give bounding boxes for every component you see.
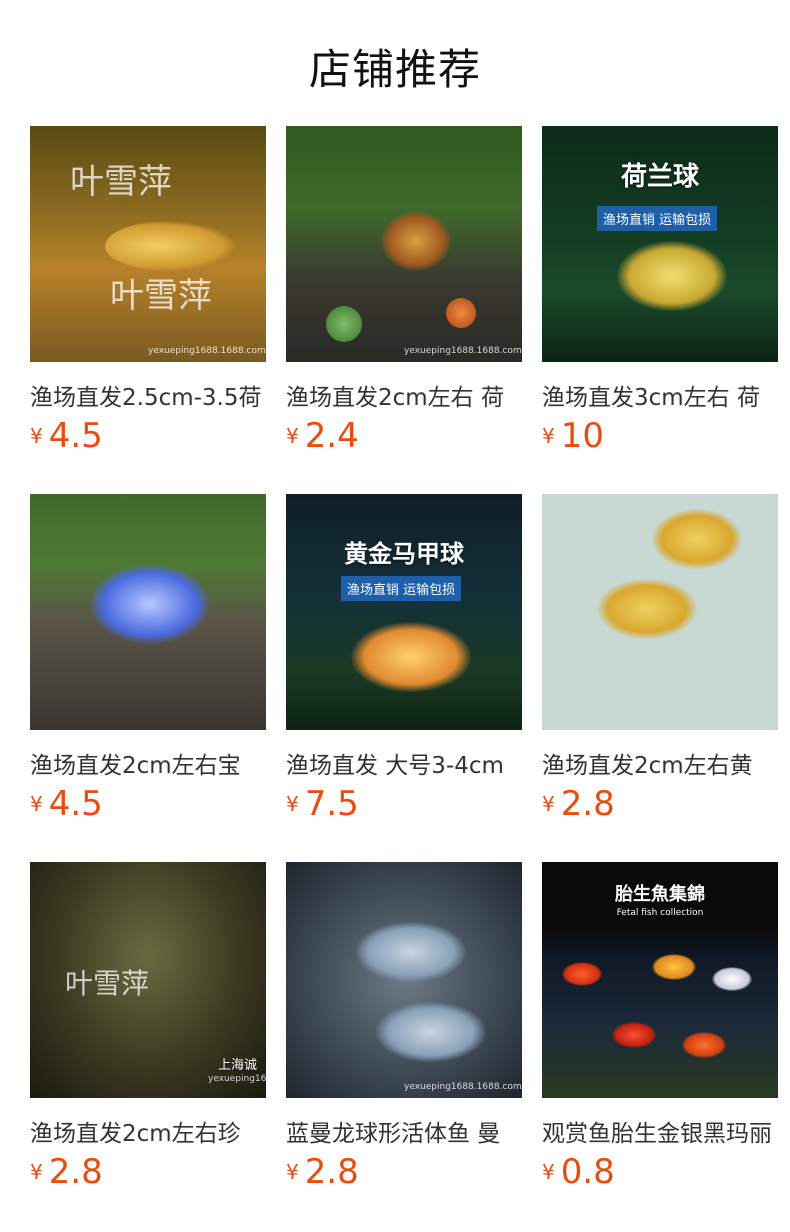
product-grid: 叶雪萍 叶雪萍 yexueping1688.1688.com 渔场直发2.5cm…: [30, 126, 780, 1230]
product-image[interactable]: 叶雪萍 上海诚 yexueping16: [30, 862, 266, 1098]
product-row: 叶雪萍 上海诚 yexueping16 渔场直发2cm左右珍 ¥2.8 yexu…: [30, 862, 780, 1230]
product-image[interactable]: 荷兰球 渔场直销 运输包损: [542, 126, 778, 362]
page-title: 店铺推荐: [308, 45, 481, 94]
product-image[interactable]: [30, 494, 266, 730]
product-row: 渔场直发2cm左右宝 ¥4.5 黄金马甲球 渔场直销 运输包损 渔场直发 大号3…: [30, 494, 780, 862]
product-price: ¥2.4: [286, 416, 359, 456]
price-value: 0.8: [560, 1152, 615, 1192]
product-name[interactable]: 渔场直发2cm左右黄: [542, 746, 778, 780]
fish-shape: [356, 922, 466, 982]
fish-shape: [652, 954, 696, 980]
fish-shape: [597, 579, 697, 639]
fish-shape: [351, 622, 471, 692]
product-row: 叶雪萍 叶雪萍 yexueping1688.1688.com 渔场直发2.5cm…: [30, 126, 780, 494]
product-price: ¥7.5: [286, 784, 359, 824]
stone-shape: [446, 298, 476, 328]
product-name[interactable]: 观赏鱼胎生金银黑玛丽: [542, 1114, 778, 1148]
url-watermark: yexueping1688.1688.com: [148, 346, 266, 356]
product-card[interactable]: 渔场直发2cm左右宝 ¥4.5: [30, 494, 266, 862]
currency-symbol: ¥: [30, 792, 43, 816]
overlay-title: 荷兰球: [620, 162, 699, 192]
fish-shape: [712, 967, 752, 991]
currency-symbol: ¥: [542, 792, 555, 816]
product-price: ¥10: [542, 416, 604, 456]
product-card[interactable]: 胎生魚集錦 Fetal fish collection 观赏鱼胎生金银黑玛丽 ¥…: [542, 862, 778, 1230]
price-value: 7.5: [304, 784, 359, 824]
price-value: 4.5: [48, 416, 103, 456]
product-name[interactable]: 渔场直发3cm左右 荷: [542, 378, 778, 412]
product-name[interactable]: 渔场直发2.5cm-3.5荷: [30, 378, 266, 412]
moss-ball: [326, 306, 362, 342]
product-card[interactable]: yexueping1688.1688.com 渔场直发2cm左右 荷 ¥2.4: [286, 126, 522, 494]
fish-shape: [612, 1022, 656, 1048]
fish-shape: [105, 221, 235, 271]
product-name[interactable]: 渔场直发2cm左右 荷: [286, 378, 522, 412]
promo-banner: 渔场直销 运输包损: [597, 206, 718, 231]
currency-symbol: ¥: [286, 424, 299, 448]
product-card[interactable]: 黄金马甲球 渔场直销 运输包损 渔场直发 大号3-4cm ¥7.5: [286, 494, 522, 862]
product-image[interactable]: yexueping1688.1688.com: [286, 862, 522, 1098]
currency-symbol: ¥: [542, 424, 555, 448]
price-value: 10: [560, 416, 604, 456]
product-card[interactable]: 叶雪萍 上海诚 yexueping16 渔场直发2cm左右珍 ¥2.8: [30, 862, 266, 1230]
product-image[interactable]: yexueping1688.1688.com: [286, 126, 522, 362]
product-card[interactable]: 叶雪萍 叶雪萍 yexueping1688.1688.com 渔场直发2.5cm…: [30, 126, 266, 494]
product-image[interactable]: 黄金马甲球 渔场直销 运输包损: [286, 494, 522, 730]
fish-shape: [617, 241, 727, 311]
currency-symbol: ¥: [542, 1160, 555, 1184]
fish-shape: [562, 962, 602, 986]
fish-shape: [381, 211, 451, 271]
product-price: ¥2.8: [542, 784, 615, 824]
product-name[interactable]: 渔场直发2cm左右宝: [30, 746, 266, 780]
shop-recommend-page: 店铺推荐 叶雪萍 叶雪萍 yexueping1688.1688.com 渔场直发…: [0, 0, 790, 1232]
currency-symbol: ¥: [286, 1160, 299, 1184]
currency-symbol: ¥: [286, 792, 299, 816]
watermark: 叶雪萍: [65, 967, 150, 1000]
overlay-title: 胎生魚集錦: [615, 884, 705, 905]
fish-shape: [682, 1032, 726, 1058]
product-price: ¥4.5: [30, 784, 103, 824]
overlay-subtitle: Fetal fish collection: [616, 908, 704, 918]
product-image[interactable]: 叶雪萍 叶雪萍 yexueping1688.1688.com: [30, 126, 266, 362]
currency-symbol: ¥: [30, 1160, 43, 1184]
product-price: ¥2.8: [30, 1152, 103, 1192]
url-watermark: yexueping16: [208, 1074, 266, 1084]
product-card[interactable]: 荷兰球 渔场直销 运输包损 渔场直发3cm左右 荷 ¥10: [542, 126, 778, 494]
overlay-title: 黄金马甲球: [344, 540, 464, 568]
product-image[interactable]: 胎生魚集錦 Fetal fish collection: [542, 862, 778, 1098]
price-value: 2.4: [304, 416, 359, 456]
price-value: 2.8: [304, 1152, 359, 1192]
promo-banner: 渔场直销 运输包损: [341, 576, 462, 601]
overlay-label: 上海诚: [218, 1058, 258, 1073]
watermark: 叶雪萍: [110, 276, 212, 316]
url-watermark: yexueping1688.1688.com: [404, 1082, 522, 1092]
product-card[interactable]: 渔场直发2cm左右黄 ¥2.8: [542, 494, 778, 862]
fish-shape: [376, 1002, 486, 1062]
product-image[interactable]: [542, 494, 778, 730]
product-name[interactable]: 蓝曼龙球形活体鱼 曼: [286, 1114, 522, 1148]
url-watermark: yexueping1688.1688.com: [404, 346, 522, 356]
price-value: 4.5: [48, 784, 103, 824]
fish-shape: [90, 564, 210, 644]
product-price: ¥0.8: [542, 1152, 615, 1192]
product-card[interactable]: yexueping1688.1688.com 蓝曼龙球形活体鱼 曼 ¥2.8: [286, 862, 522, 1230]
product-name[interactable]: 渔场直发 大号3-4cm: [286, 746, 522, 780]
product-price: ¥2.8: [286, 1152, 359, 1192]
fish-shape: [652, 509, 742, 569]
price-value: 2.8: [48, 1152, 103, 1192]
currency-symbol: ¥: [30, 424, 43, 448]
product-name[interactable]: 渔场直发2cm左右珍: [30, 1114, 266, 1148]
watermark: 叶雪萍: [70, 162, 172, 202]
product-price: ¥4.5: [30, 416, 103, 456]
price-value: 2.8: [560, 784, 615, 824]
